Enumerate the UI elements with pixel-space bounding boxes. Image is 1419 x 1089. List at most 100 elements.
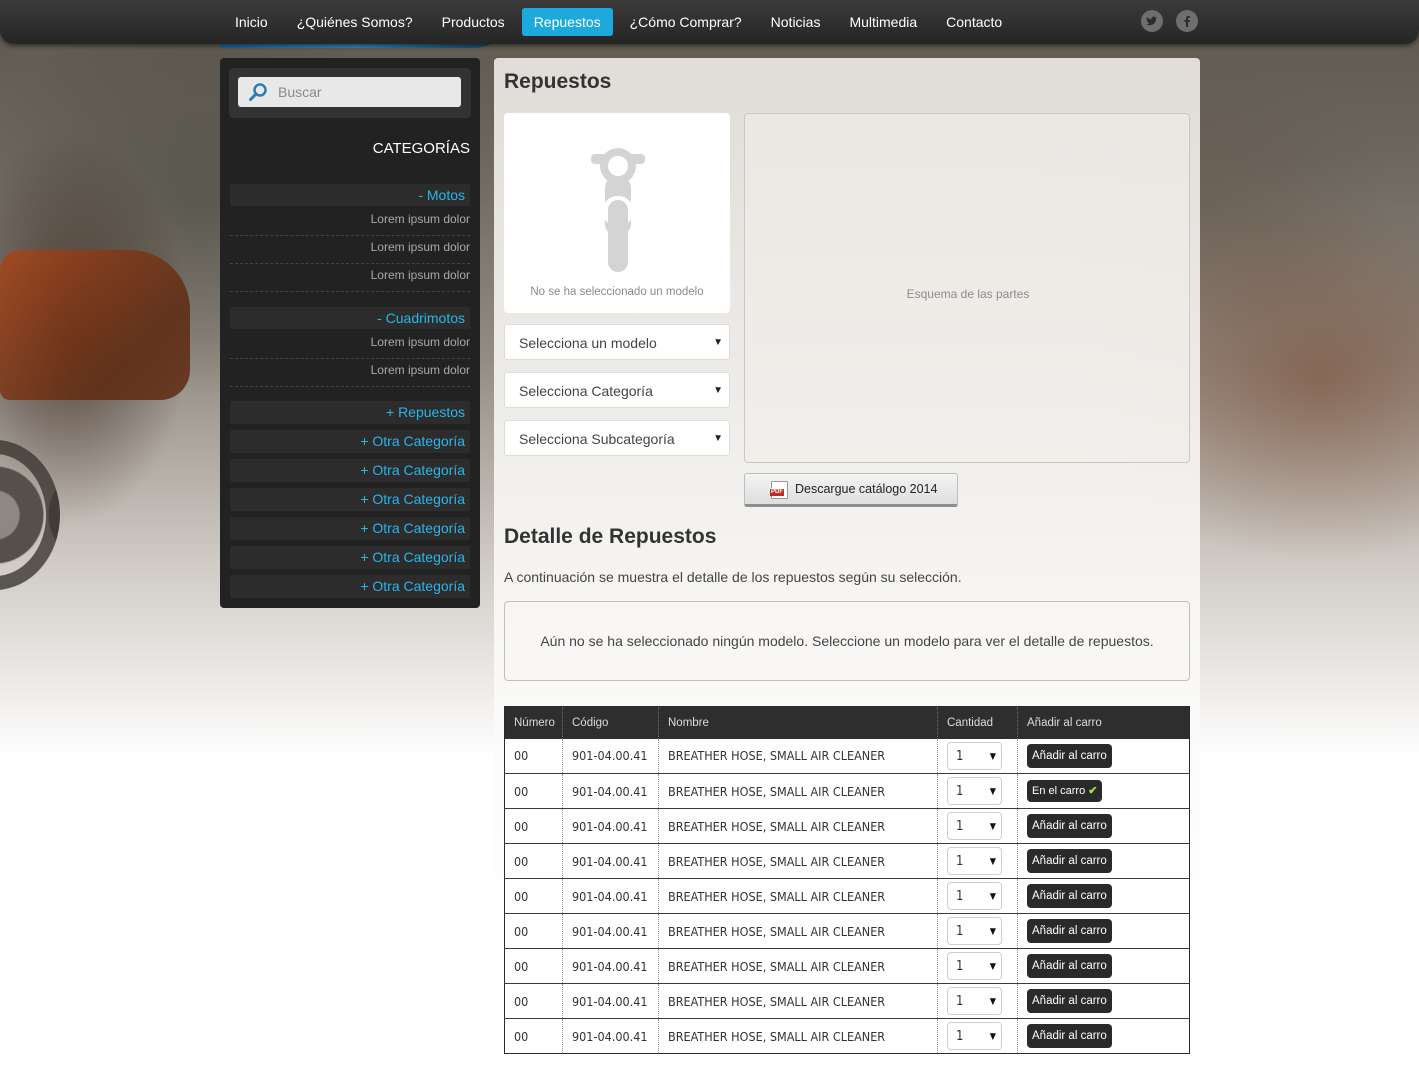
category-select[interactable]: Selecciona Categoría ▼ [504,372,730,408]
quantity-select[interactable]: 1 ▼ [947,952,1002,980]
table-row: 00 901-04.00.41 BREATHER HOSE, SMALL AIR C… [504,983,1190,1019]
search-icon[interactable] [248,82,268,102]
subcategory-select[interactable]: Selecciona Subcategoría ▼ [504,420,730,456]
add-to-cart-button[interactable]: Añadir al carro [1027,884,1112,908]
dropdown-arrow-icon: ▼ [989,997,996,1007]
table-header-row: Número Código Nombre Cantidad Añadir al … [504,706,1190,739]
cell-cantidad: 1 ▼ [937,913,1018,949]
quantity-value: 1 [956,854,964,869]
quantity-select[interactable]: 1 ▼ [947,882,1002,910]
search-container [229,68,471,118]
nav-noticias[interactable]: Noticias [759,8,833,36]
nav-inicio[interactable]: Inicio [223,8,280,36]
nav-como-comprar[interactable]: ¿Cómo Comprar? [618,8,754,36]
column-header-nombre: Nombre [658,706,938,739]
cell-numero: 00 [504,878,563,914]
nav-repuestos[interactable]: Repuestos [521,8,613,36]
cell-cantidad: 1 ▼ [937,843,1018,879]
table-row: 00 901-04.00.41 BREATHER HOSE, SMALL AIR C… [504,843,1190,879]
add-to-cart-button[interactable]: Añadir al carro [1027,989,1112,1013]
dropdown-arrow-icon: ▼ [989,927,996,937]
cell-nombre: BREATHER HOSE, SMALL AIR CLEANER [658,843,938,879]
in-cart-label: En el carro [1032,785,1086,797]
search-box[interactable] [238,77,461,107]
quantity-select[interactable]: 1 ▼ [947,847,1002,875]
cell-cantidad: 1 ▼ [937,808,1018,844]
column-header-numero: Número [504,706,563,739]
cell-nombre: BREATHER HOSE, SMALL AIR CLEANER [658,913,938,949]
quantity-value: 1 [956,889,964,904]
table-row: 00 901-04.00.41 BREATHER HOSE, SMALL AIR C… [504,1018,1190,1054]
download-catalog-button[interactable]: PDF Descargue catálogo 2014 [744,473,958,507]
category-cuadrimotos[interactable]: - Cuadrimotos [230,307,470,329]
dropdown-arrow-icon: ▼ [713,433,723,444]
subcategory-select-value: Selecciona Subcategoría [519,431,675,447]
quantity-select[interactable]: 1 ▼ [947,741,1002,770]
subcategory-item[interactable]: Lorem ipsum dolor [230,208,470,236]
column-header-anadir: Añadir al carro [1017,706,1190,739]
quantity-value: 1 [956,924,964,939]
cell-cantidad: 1 ▼ [937,773,1018,809]
subcategory-item[interactable]: Lorem ipsum dolor [230,264,470,292]
category-repuestos[interactable]: + Repuestos [230,401,470,424]
subcategory-item[interactable]: Lorem ipsum dolor [230,236,470,264]
category-otra[interactable]: + Otra Categoría [230,459,470,482]
add-to-cart-button[interactable]: Añadir al carro [1027,814,1112,838]
nav-quienes-somos[interactable]: ¿Quiénes Somos? [285,8,425,36]
facebook-icon[interactable] [1176,10,1198,32]
category-otra[interactable]: + Otra Categoría [230,430,470,453]
dropdown-arrow-icon: ▼ [989,857,996,867]
table-row: 00 901-04.00.41 BREATHER HOSE, SMALL AIR C… [504,913,1190,949]
notice-text: Aún no se ha seleccionado ningún modelo.… [540,633,1154,649]
parts-table: Número Código Nombre Cantidad Añadir al … [504,706,1190,1054]
checkmark-icon: ✔ [1088,785,1098,797]
add-to-cart-button[interactable]: Añadir al carro [1027,954,1112,978]
cell-codigo: 901-04.00.41 [562,878,659,914]
in-cart-badge[interactable]: En el carro ✔ [1027,780,1103,802]
page-title: Repuestos [504,70,612,93]
cell-nombre: BREATHER HOSE, SMALL AIR CLEANER [658,983,938,1019]
add-to-cart-button[interactable]: Añadir al carro [1027,849,1112,873]
cell-cantidad: 1 ▼ [937,1018,1018,1054]
subcategory-item[interactable]: Lorem ipsum dolor [230,359,470,387]
quantity-value: 1 [956,959,964,974]
column-header-codigo: Código [562,706,659,739]
quantity-select[interactable]: 1 ▼ [947,917,1002,945]
table-row: 00 901-04.00.41 BREATHER HOSE, SMALL AIR C… [504,738,1190,774]
subcategory-item[interactable]: Lorem ipsum dolor [230,331,470,359]
table-row: 00 901-04.00.41 BREATHER HOSE, SMALL AIR C… [504,808,1190,844]
add-to-cart-button[interactable]: Añadir al carro [1027,1024,1112,1048]
model-select-value: Selecciona un modelo [519,335,657,351]
main-content: Repuestos No se ha seleccionado un model… [494,58,1200,1089]
quantity-select[interactable]: 1 ▼ [947,987,1002,1015]
pdf-icon: PDF [770,481,788,499]
nav-contacto[interactable]: Contacto [934,8,1014,36]
cell-codigo: 901-04.00.41 [562,948,659,984]
cell-cantidad: 1 ▼ [937,948,1018,984]
nav-multimedia[interactable]: Multimedia [837,8,929,36]
cell-nombre: BREATHER HOSE, SMALL AIR CLEANER [658,773,938,809]
category-motos[interactable]: - Motos [230,184,470,206]
twitter-icon[interactable] [1141,10,1163,32]
category-otra[interactable]: + Otra Categoría [230,517,470,540]
cell-cantidad: 1 ▼ [937,983,1018,1019]
nav-productos[interactable]: Productos [430,8,517,36]
category-otra[interactable]: + Otra Categoría [230,575,470,598]
add-to-cart-button[interactable]: Añadir al carro [1027,743,1112,768]
parts-scheme-panel: Esquema de las partes [744,113,1190,463]
cell-cantidad: 1 ▼ [937,738,1018,774]
cell-numero: 00 [504,773,563,809]
category-otra[interactable]: + Otra Categoría [230,488,470,511]
search-input[interactable] [278,77,456,107]
table-row: 00 901-04.00.41 BREATHER HOSE, SMALL AIR C… [504,878,1190,914]
dropdown-arrow-icon: ▼ [989,962,996,972]
cell-numero: 00 [504,843,563,879]
quantity-select[interactable]: 1 ▼ [947,1022,1002,1050]
category-otra[interactable]: + Otra Categoría [230,546,470,569]
quantity-select[interactable]: 1 ▼ [947,777,1002,805]
quantity-select[interactable]: 1 ▼ [947,812,1002,840]
model-select[interactable]: Selecciona un modelo ▼ [504,324,730,360]
cell-codigo: 901-04.00.41 [562,1018,659,1054]
cell-numero: 00 [504,948,563,984]
add-to-cart-button[interactable]: Añadir al carro [1027,919,1112,943]
